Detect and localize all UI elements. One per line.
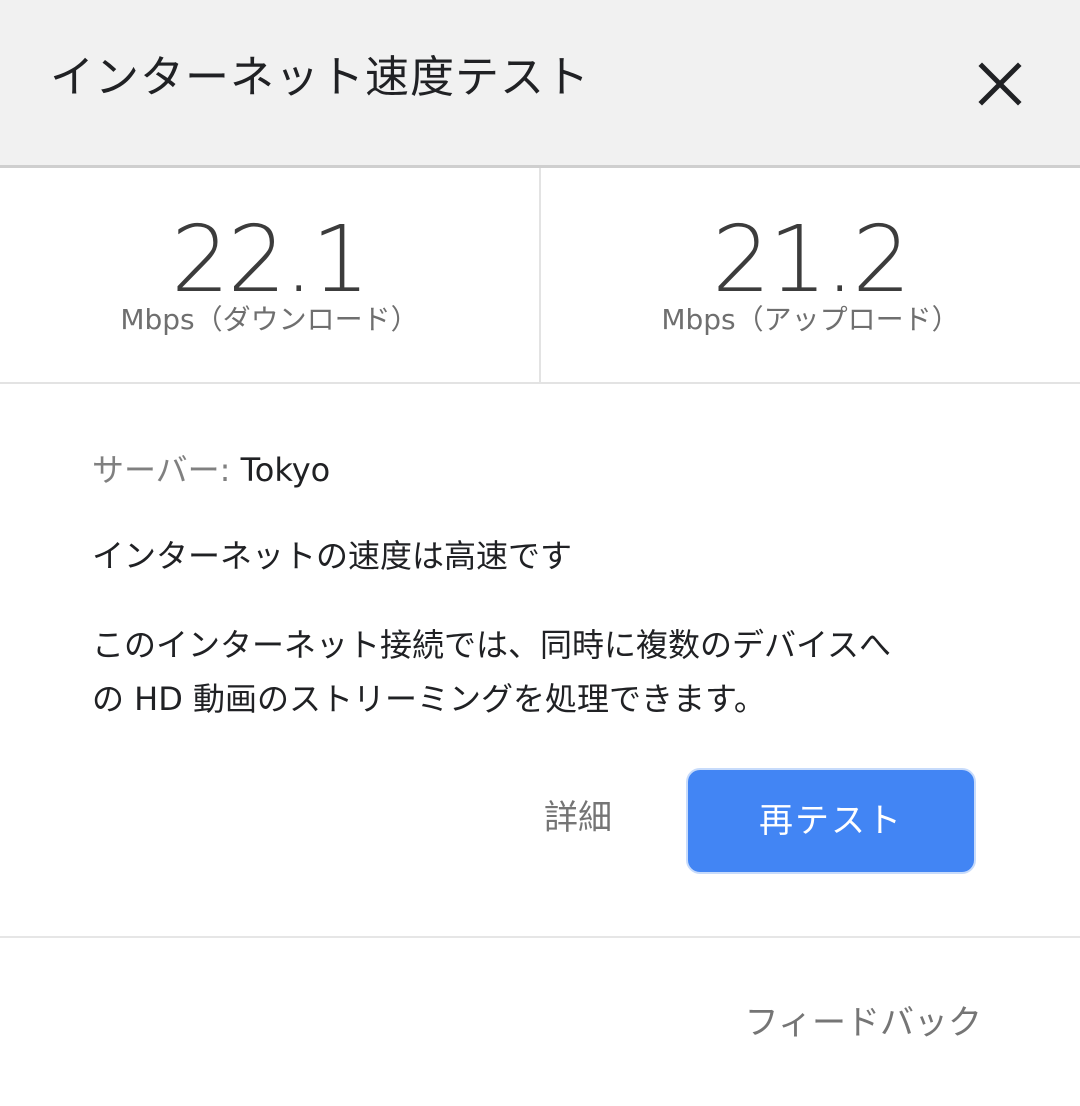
upload-result: 21.2 Mbps（アップロード）	[541, 168, 1080, 382]
close-icon	[978, 62, 1022, 106]
server-info: サーバー: Tokyo	[92, 448, 330, 492]
download-result: 22.1 Mbps（ダウンロード）	[0, 168, 541, 382]
footer-divider	[0, 936, 1080, 938]
server-label: サーバー:	[92, 451, 241, 489]
speed-status-text: インターネットの速度は高速です	[92, 537, 573, 575]
download-speed-unit: Mbps（ダウンロード）	[120, 303, 419, 336]
dialog-header: インターネット速度テスト	[0, 0, 1080, 168]
upload-speed-value: 21.2	[712, 206, 911, 313]
upload-speed-unit: Mbps（アップロード）	[661, 303, 960, 336]
download-speed-value: 22.1	[171, 206, 370, 313]
close-button[interactable]	[962, 46, 1038, 122]
speed-description: このインターネット接続では、同時に複数のデバイスへ の HD 動画のストリーミン…	[92, 618, 992, 726]
feedback-link[interactable]: フィードバック	[730, 998, 982, 1048]
server-value: Tokyo	[240, 451, 331, 489]
description-line-1: このインターネット接続では、同時に複数のデバイスへ	[92, 626, 892, 664]
description-line-2: の HD 動画のストリーミングを処理できます。	[92, 680, 766, 718]
dialog-title: インターネット速度テスト	[50, 52, 590, 103]
speed-results: 22.1 Mbps（ダウンロード） 21.2 Mbps（アップロード）	[0, 168, 1080, 384]
details-button[interactable]: 詳細	[520, 790, 636, 846]
retest-button[interactable]: 再テスト	[686, 768, 976, 874]
